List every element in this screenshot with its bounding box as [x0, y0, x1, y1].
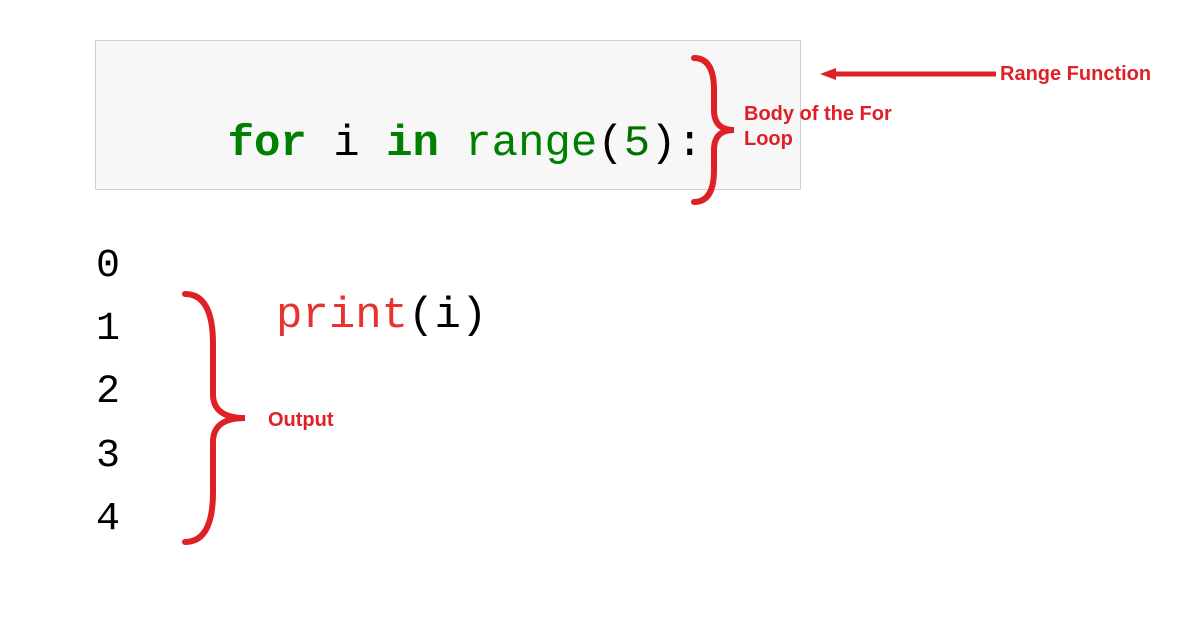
label-body: Body of the For Loop	[744, 102, 914, 152]
range-arg: 5	[624, 119, 650, 169]
output-line: 4	[96, 488, 120, 551]
variable-i: i	[333, 119, 359, 169]
code-line-1: for i in range(5):	[122, 59, 774, 231]
output-line: 2	[96, 361, 120, 424]
label-output: Output	[268, 408, 334, 433]
output-line: 0	[96, 235, 120, 298]
brace-output-icon	[175, 284, 257, 552]
keyword-in: in	[386, 119, 439, 169]
arrow-range-icon	[818, 66, 998, 82]
output-line: 3	[96, 425, 120, 488]
lparen: (	[408, 291, 434, 341]
label-range-function: Range Function	[1000, 62, 1151, 87]
function-print: print	[276, 291, 408, 341]
keyword-for: for	[228, 119, 307, 169]
output-block: 0 1 2 3 4	[96, 235, 120, 551]
function-range: range	[465, 119, 597, 169]
output-line: 1	[96, 298, 120, 361]
rparen: )	[650, 119, 676, 169]
brace-body-icon	[686, 50, 746, 210]
rparen: )	[461, 291, 487, 341]
print-arg: i	[434, 291, 460, 341]
lparen: (	[597, 119, 623, 169]
